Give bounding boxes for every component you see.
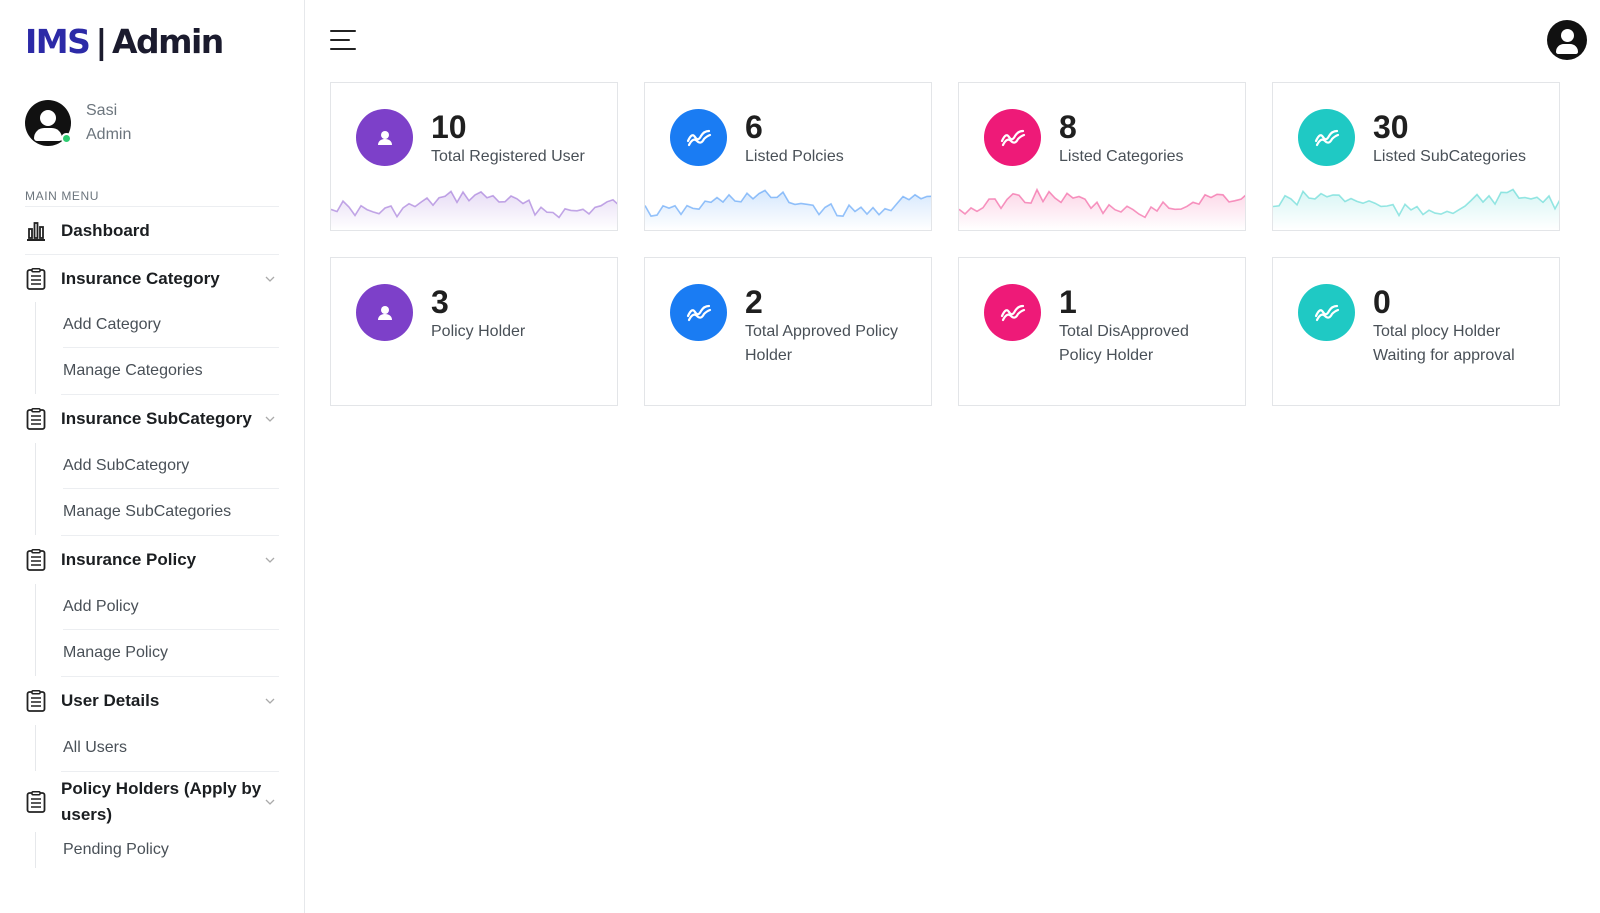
sidebar-item-dashboard[interactable]: Dashboard <box>25 206 279 254</box>
clipboard-list-icon <box>25 791 47 813</box>
user-avatar-icon[interactable] <box>1547 20 1587 60</box>
sparkline <box>331 190 617 230</box>
stats-grid: 10 Total Registered User 6 Listed Polcie… <box>305 80 1600 406</box>
submenu: All Users <box>35 725 279 771</box>
stat-value: 3 <box>431 284 449 320</box>
stat-label: Total plocy Holder Waiting for approval <box>1373 323 1515 364</box>
submenu: Add Policy Manage Policy <box>35 584 279 676</box>
sparkline <box>959 187 1245 230</box>
sidebar-group-insurance-subcategory: Insurance SubCategory Add SubCategory Ma… <box>25 394 304 535</box>
clipboard-list-icon <box>25 549 47 571</box>
brand-part1: IMS <box>25 21 91 61</box>
stat-card[interactable]: 0 Total plocy Holder Waiting for approva… <box>1272 257 1560 406</box>
sidebar-item-label: Insurance SubCategory <box>61 409 252 428</box>
sidebar-subitem-manage-policy[interactable]: Manage Policy <box>63 630 279 676</box>
chevron-down-icon[interactable] <box>265 797 275 807</box>
stat-value: 2 <box>745 284 763 320</box>
sidebar-item-insurance-policy[interactable]: Insurance Policy <box>25 536 279 584</box>
stat-value: 1 <box>1059 284 1077 320</box>
trend-line-icon <box>984 109 1041 166</box>
sidebar-item-label: Insurance Category <box>61 268 220 288</box>
user-icon <box>356 109 413 166</box>
stat-value: 6 <box>745 109 763 145</box>
trend-line-icon <box>670 109 727 166</box>
sidebar-subitem-add-policy[interactable]: Add Policy <box>63 584 279 630</box>
sidebar-subitem-add-category[interactable]: Add Category <box>63 302 279 348</box>
stat-card[interactable]: 2 Total Approved Policy Holder <box>644 257 932 406</box>
stat-value: 10 <box>431 109 467 145</box>
chevron-down-icon[interactable] <box>265 414 275 424</box>
clipboard-list-icon <box>25 267 47 290</box>
stat-label: Total DisApproved Policy Holder <box>1059 323 1189 364</box>
sidebar-subitem-pending-policy[interactable]: Pending Policy <box>63 832 279 868</box>
user-avatar-icon <box>25 100 72 146</box>
online-status-dot <box>61 133 72 144</box>
submenu: Add SubCategory Manage SubCategories <box>35 443 279 535</box>
user-role: Admin <box>86 126 132 143</box>
sidebar-subitem-add-subcategory[interactable]: Add SubCategory <box>63 443 279 489</box>
sidebar-subitem-all-users[interactable]: All Users <box>63 725 279 771</box>
submenu: Add Category Manage Categories <box>35 302 279 394</box>
sidebar-item-label: Policy Holders (Apply by users) <box>61 779 262 824</box>
trend-line-icon <box>670 284 727 341</box>
sparkline-area <box>959 189 1245 230</box>
stat-label: Listed Polcies <box>745 148 844 165</box>
trend-line-icon <box>1298 284 1355 341</box>
menu-title: MAIN MENU <box>25 189 100 203</box>
stat-label: Listed SubCategories <box>1373 148 1526 165</box>
stat-label: Listed Categories <box>1059 148 1184 165</box>
sidebar-item-policy-holders[interactable]: Policy Holders (Apply by users) <box>25 772 279 832</box>
brand-part2: Admin <box>111 21 224 61</box>
trend-line-icon <box>984 284 1041 341</box>
main-content: 10 Total Registered User 6 Listed Polcie… <box>305 0 1600 913</box>
sidebar-item-user-details[interactable]: User Details <box>25 677 279 725</box>
sidebar-group-insurance-policy: Insurance Policy Add Policy Manage Polic… <box>25 535 304 676</box>
sidebar-subitem-manage-subcategories[interactable]: Manage SubCategories <box>63 489 279 535</box>
sidebar-group-user-details: User Details All Users <box>25 676 304 771</box>
chevron-down-icon[interactable] <box>265 555 275 565</box>
clipboard-list-icon <box>25 408 47 430</box>
trend-line-icon <box>1298 109 1355 166</box>
stat-label: Total Approved Policy Holder <box>745 323 898 364</box>
sidebar-item-label: User Details <box>61 691 160 710</box>
sidebar-subitem-manage-categories[interactable]: Manage Categories <box>63 348 279 394</box>
submenu: Pending Policy <box>35 832 279 868</box>
brand-logo[interactable]: IMS | Admin <box>25 0 304 82</box>
stat-card[interactable]: 1 Total DisApproved Policy Holder <box>958 257 1246 406</box>
clipboard-list-icon <box>25 690 47 712</box>
sidebar: IMS | Admin Sasi Admin MAIN MENU Dashboa… <box>0 0 305 913</box>
stat-label: Total Registered User <box>431 148 585 165</box>
stat-card[interactable]: 3 Policy Holder <box>330 257 618 406</box>
stat-card[interactable]: 30 Listed SubCategories <box>1272 82 1560 231</box>
topbar <box>305 0 1600 80</box>
user-profile: Sasi Admin <box>25 82 304 164</box>
sidebar-item-label: Dashboard <box>61 220 150 240</box>
stat-card[interactable]: 10 Total Registered User <box>330 82 618 231</box>
sidebar-group-policy-holders: Policy Holders (Apply by users) Pending … <box>25 771 304 868</box>
user-icon <box>356 284 413 341</box>
stat-label: Policy Holder <box>431 323 526 340</box>
stat-card[interactable]: 6 Listed Polcies <box>644 82 932 231</box>
sparkline <box>645 189 931 230</box>
stat-value: 0 <box>1373 284 1391 320</box>
chevron-down-icon[interactable] <box>265 274 275 284</box>
sidebar-group-insurance-category: Insurance Category Add Category Manage C… <box>25 254 304 394</box>
stat-card[interactable]: 8 Listed Categories <box>958 82 1246 231</box>
chevron-down-icon[interactable] <box>265 696 275 706</box>
sparkline <box>1273 188 1559 230</box>
brand-separator: | <box>95 21 107 61</box>
sidebar-item-insurance-subcategory[interactable]: Insurance SubCategory <box>25 395 279 443</box>
user-name: Sasi <box>86 102 118 119</box>
stat-value: 30 <box>1373 109 1409 145</box>
bar-chart-icon <box>25 220 47 242</box>
stat-value: 8 <box>1059 109 1077 145</box>
hamburger-menu-icon[interactable] <box>330 30 356 50</box>
sidebar-item-insurance-category[interactable]: Insurance Category <box>25 254 279 302</box>
sidebar-item-label: Insurance Policy <box>61 550 197 569</box>
app-root: IMS | Admin Sasi Admin MAIN MENU Dashboa… <box>0 0 1600 913</box>
